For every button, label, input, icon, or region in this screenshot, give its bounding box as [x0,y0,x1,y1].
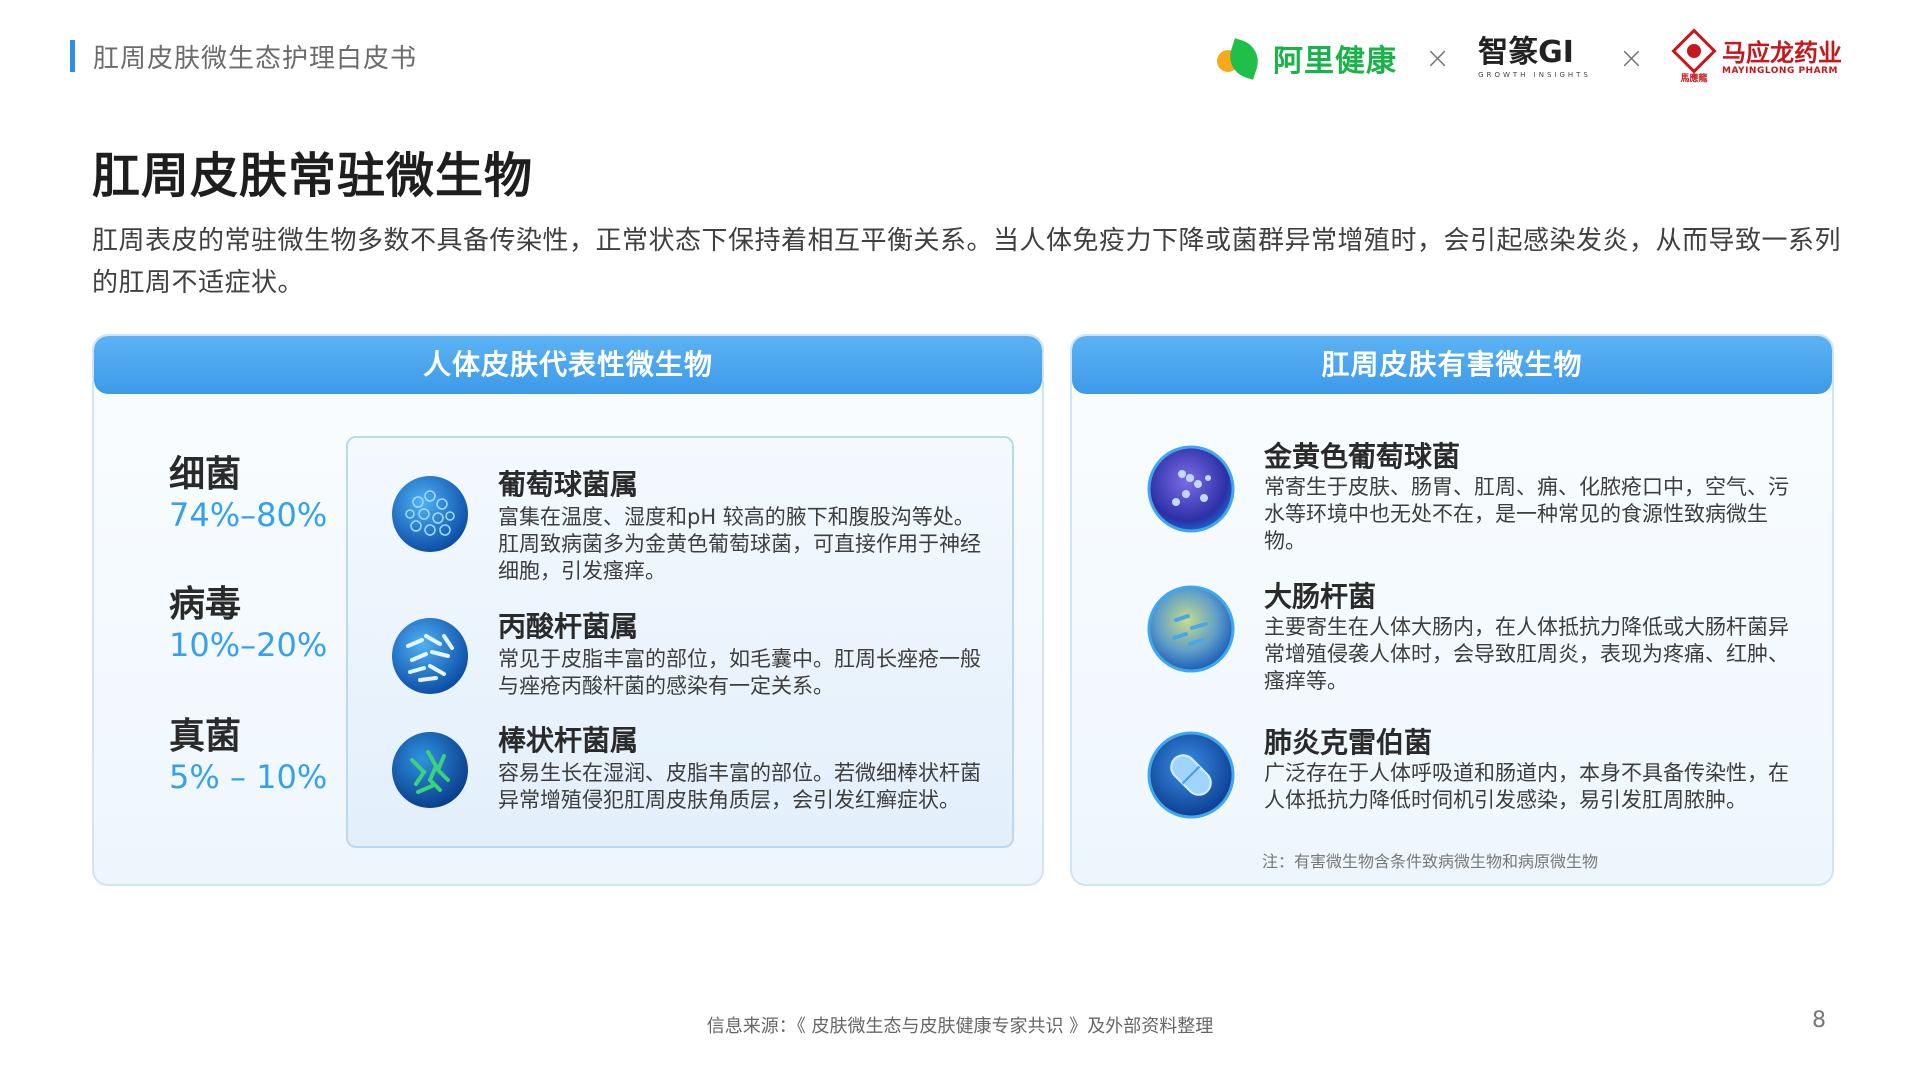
propionibacterium-icon [392,618,468,694]
stat-value: 74%–80% [169,496,328,534]
stat-value: 10%–20% [169,626,328,664]
microbe-name: 棒状杆菌属 [498,724,639,757]
alihealth-mark-icon [1215,38,1265,80]
page-number: 8 [1812,1008,1826,1033]
bacteria-detail-box: 葡萄球菌属 富集在温度、湿度和pH 较高的腋下和腹股沟等处。肛周致病菌多为金黄色… [346,436,1014,848]
list-item: 肺炎克雷伯菌 广泛存在于人体呼吸道和肠道内，本身不具备传染性，在人体抵抗力降低时… [1146,726,1806,820]
mayinglong-name: 马应龙药业 [1722,39,1842,67]
times-separator: × [1425,40,1451,76]
microbe-name: 大肠杆菌 [1264,580,1377,613]
staphylococcus-icon [392,476,468,552]
stat-bacteria: 细菌 74%–80% [169,454,369,534]
stat-virus: 病毒 10%–20% [169,584,369,664]
representative-microbes-panel: 人体皮肤代表性微生物 细菌 74%–80% 病毒 10%–20% 真菌 5% –… [92,334,1044,886]
page-title: 肛周皮肤常驻微生物 [92,148,534,204]
stat-value: 5% – 10% [169,758,328,796]
list-item: 大肠杆菌 主要寄生在人体大肠内，在人体抵抗力降低或大肠杆菌异常增殖侵袭人体时，会… [1146,580,1806,695]
stat-label: 细菌 [169,454,242,495]
microbe-name: 丙酸杆菌属 [498,610,639,643]
mayinglong-subtitle: MAYINGLONG PHARM [1722,66,1838,76]
microbe-description: 常见于皮脂丰富的部位，如毛囊中。肛周长痤疮一般与痤疮丙酸杆菌的感染有一定关系。 [498,647,981,698]
zhizhuan-name: 智篆GI [1478,35,1574,70]
zhizhuan-logo: 智篆GI GROWTH INSIGHTS [1478,35,1591,80]
footnote: 注：有害微生物含条件致病微生物和病原微生物 [1262,852,1599,871]
intro-paragraph: 肛周表皮的常驻微生物多数不具备传染性，正常状态下保持着相互平衡关系。当人体免疫力… [92,226,1842,298]
header-accent-bar [70,40,75,72]
document-header: 肛周皮肤微生态护理白皮书 [70,38,417,74]
panel-heading: 肛周皮肤有害微生物 [1072,336,1832,394]
stat-label: 病毒 [169,584,242,625]
times-separator: × [1618,40,1644,76]
list-item: 棒状杆菌属 容易生长在湿润、皮脂丰富的部位。若微细棒状杆菌异常增殖侵犯肛周皮肤角… [390,724,990,814]
stat-label: 真菌 [169,716,242,757]
list-item: 丙酸杆菌属 常见于皮脂丰富的部位，如毛囊中。肛周长痤疮一般与痤疮丙酸杆菌的感染有… [390,610,990,700]
microbe-description: 容易生长在湿润、皮脂丰富的部位。若微细棒状杆菌异常增殖侵犯肛周皮肤角质层，会引发… [498,761,981,812]
list-item: 金黄色葡萄球菌 常寄生于皮肤、肠胃、肛周、痈、化脓疮口中，空气、污水等环境中也无… [1146,440,1806,555]
microbe-name: 葡萄球菌属 [498,468,639,501]
microbe-description: 富集在温度、湿度和pH 较高的腋下和腹股沟等处。肛周致病菌多为金黄色葡萄球菌，可… [498,505,981,583]
mayinglong-seal-icon: 馬應龍 [1671,28,1717,84]
partner-logos: 阿里健康 × 智篆GI GROWTH INSIGHTS × 馬應龍 马应龙药业 … [1215,28,1842,86]
e-coli-icon [1147,585,1235,673]
microbe-description: 常寄生于皮肤、肠胃、肛周、痈、化脓疮口中，空气、污水等环境中也无处不在，是一种常… [1264,475,1789,553]
mayinglong-logo: 馬應龍 马应龙药业 MAYINGLONG PHARM [1671,28,1842,84]
panel-heading: 人体皮肤代表性微生物 [94,336,1042,394]
microbe-description: 广泛存在于人体呼吸道和肠道内，本身不具备传染性，在人体抵抗力降低时伺机引发感染，… [1264,761,1789,812]
microbe-name: 金黄色葡萄球菌 [1264,440,1461,473]
zhizhuan-subtitle: GROWTH INSIGHTS [1478,71,1591,79]
list-item: 葡萄球菌属 富集在温度、湿度和pH 较高的腋下和腹股沟等处。肛周致病菌多为金黄色… [390,468,990,585]
alihealth-name: 阿里健康 [1273,44,1398,79]
harmful-microbes-panel: 肛周皮肤有害微生物 金黄色葡萄球菌 常寄生于皮肤、肠胃、肛周、痈、化脓疮口中，空… [1070,334,1834,886]
source-citation: 信息来源：《 皮肤微生态与皮肤健康专家共识 》及外部资料整理 [706,1016,1214,1037]
microbe-name: 肺炎克雷伯菌 [1264,726,1433,759]
microbe-description: 主要寄生在人体大肠内，在人体抵抗力降低或大肠杆菌异常增殖侵袭人体时，会导致肛周炎… [1264,615,1789,693]
alihealth-logo: 阿里健康 [1215,36,1397,80]
corynebacterium-icon [392,732,468,808]
staph-aureus-icon [1147,445,1235,533]
stat-fungi: 真菌 5% – 10% [169,716,369,796]
document-title: 肛周皮肤微生态护理白皮书 [93,43,418,74]
klebsiella-icon [1147,731,1235,819]
